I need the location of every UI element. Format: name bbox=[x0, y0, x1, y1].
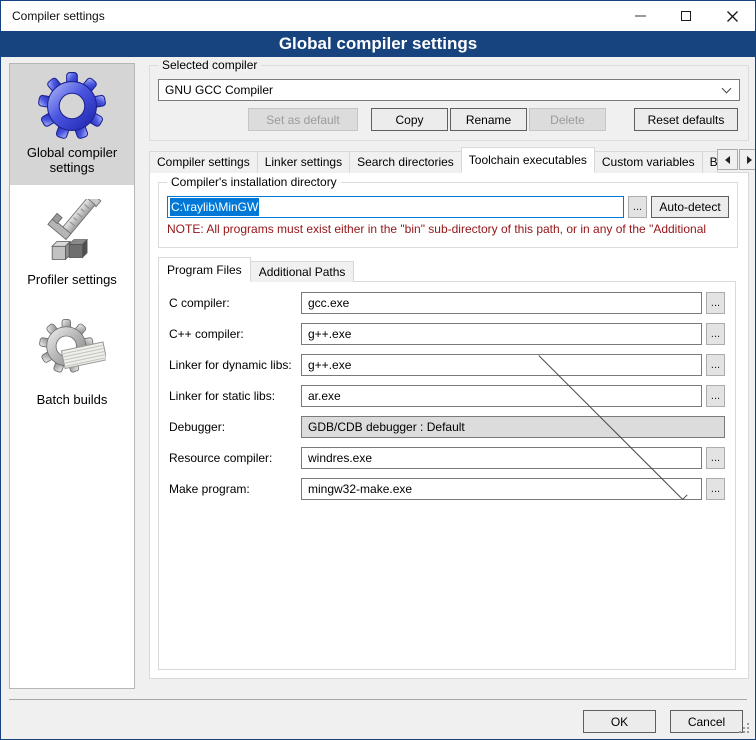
close-icon bbox=[727, 11, 738, 22]
tab-compiler-settings[interactable]: Compiler settings bbox=[149, 151, 258, 173]
installation-note: NOTE: All programs must exist either in … bbox=[167, 222, 729, 236]
debugger-select[interactable]: GDB/CDB debugger : Default bbox=[301, 416, 725, 438]
field-label: Resource compiler: bbox=[169, 451, 301, 465]
selected-compiler-value: GNU GCC Compiler bbox=[159, 83, 723, 97]
dialog-footer: OK Cancel bbox=[9, 699, 747, 740]
titlebar: Compiler settings bbox=[1, 1, 755, 31]
group-label: Compiler's installation directory bbox=[167, 175, 341, 189]
field-label: Linker for dynamic libs: bbox=[169, 358, 301, 372]
static-linker-input[interactable]: ar.exe bbox=[301, 385, 702, 407]
field-label: C compiler: bbox=[169, 296, 301, 310]
c-compiler-input[interactable]: gcc.exe bbox=[301, 292, 702, 314]
tab-additional-paths[interactable]: Additional Paths bbox=[250, 261, 355, 282]
program-files-panel: C compiler: gcc.exe ... C++ compiler: g+… bbox=[158, 281, 736, 670]
field-label: Linker for static libs: bbox=[169, 389, 301, 403]
field-value: g++.exe bbox=[308, 358, 351, 372]
gear-stack-icon bbox=[38, 319, 106, 387]
caliper-icon bbox=[38, 199, 106, 267]
close-button[interactable] bbox=[709, 1, 755, 31]
settings-sidebar: Global compiler settings bbox=[9, 63, 135, 689]
toolchain-executables-panel: Compiler's installation directory C:\ray… bbox=[149, 172, 749, 679]
browse-c-compiler-button[interactable]: ... bbox=[706, 292, 725, 314]
installation-path-row: C:\raylib\MinGW ... Auto-detect bbox=[167, 196, 729, 218]
resize-grip[interactable] bbox=[747, 731, 749, 733]
make-program-input[interactable]: mingw32-make.exe bbox=[301, 478, 702, 500]
triangle-left-icon bbox=[725, 156, 730, 164]
tab-custom-variables[interactable]: Custom variables bbox=[594, 151, 703, 173]
chevron-down-icon bbox=[722, 83, 732, 93]
field-value: GDB/CDB debugger : Default bbox=[308, 420, 511, 434]
delete-button: Delete bbox=[529, 108, 606, 131]
minimize-icon bbox=[635, 15, 646, 17]
ok-button[interactable]: OK bbox=[583, 710, 656, 733]
sidebar-item-global-compiler-settings[interactable]: Global compiler settings bbox=[10, 64, 134, 185]
sidebar-item-label: Batch builds bbox=[37, 392, 108, 407]
selected-compiler-group: Selected compiler GNU GCC Compiler Set a… bbox=[149, 65, 749, 141]
copy-button[interactable]: Copy bbox=[371, 108, 448, 131]
tab-program-files[interactable]: Program Files bbox=[158, 257, 251, 282]
table-row: Debugger: GDB/CDB debugger : Default bbox=[169, 416, 725, 438]
page-title: Global compiler settings bbox=[1, 31, 755, 57]
field-value: mingw32-make.exe bbox=[308, 482, 412, 496]
tab-build-options[interactable]: Build options bbox=[702, 151, 718, 173]
minimize-button[interactable] bbox=[617, 1, 663, 31]
tab-toolchain-executables[interactable]: Toolchain executables bbox=[461, 147, 595, 173]
sidebar-item-label: Profiler settings bbox=[27, 272, 117, 287]
tab-search-directories[interactable]: Search directories bbox=[349, 151, 462, 173]
caption-buttons bbox=[617, 1, 755, 31]
selected-path-text: C:\raylib\MinGW bbox=[170, 198, 259, 216]
field-value: g++.exe bbox=[308, 327, 351, 341]
field-value: windres.exe bbox=[308, 451, 372, 465]
field-value: gcc.exe bbox=[308, 296, 349, 310]
rename-button[interactable]: Rename bbox=[450, 108, 527, 131]
dynamic-linker-input[interactable]: g++.exe bbox=[301, 354, 702, 376]
compiler-settings-window: Compiler settings Global compiler settin… bbox=[0, 0, 756, 740]
field-label: C++ compiler: bbox=[169, 327, 301, 341]
compiler-button-row: Set as default Copy Rename Delete Reset … bbox=[150, 108, 748, 131]
cpp-compiler-input[interactable]: g++.exe bbox=[301, 323, 702, 345]
table-row: Linker for dynamic libs: g++.exe ... bbox=[169, 354, 725, 376]
triangle-right-icon bbox=[747, 156, 752, 164]
sidebar-item-batch-builds[interactable]: Batch builds bbox=[10, 311, 134, 417]
cancel-button[interactable]: Cancel bbox=[670, 710, 743, 733]
blue-gear-icon bbox=[38, 72, 106, 140]
tab-scroll-arrows bbox=[717, 149, 756, 170]
browse-make-program-button[interactable]: ... bbox=[706, 478, 725, 500]
settings-tabstrip: Compiler settings Linker settings Search… bbox=[149, 147, 749, 173]
browse-dynamic-linker-button[interactable]: ... bbox=[706, 354, 725, 376]
sidebar-item-label: Global compiler settings bbox=[12, 145, 132, 175]
browse-cpp-compiler-button[interactable]: ... bbox=[706, 323, 725, 345]
table-row: Make program: mingw32-make.exe ... bbox=[169, 478, 725, 500]
window-title: Compiler settings bbox=[12, 9, 105, 23]
tab-scroll-right-button[interactable] bbox=[739, 149, 756, 170]
field-label: Make program: bbox=[169, 482, 301, 496]
reset-defaults-button[interactable]: Reset defaults bbox=[634, 108, 738, 131]
tab-linker-settings[interactable]: Linker settings bbox=[257, 151, 350, 173]
auto-detect-button[interactable]: Auto-detect bbox=[651, 196, 729, 218]
set-as-default-button: Set as default bbox=[248, 108, 358, 131]
program-files-tabstrip: Program Files Additional Paths bbox=[158, 257, 353, 282]
tab-scroll-left-button[interactable] bbox=[717, 149, 738, 170]
table-row: Linker for static libs: ar.exe ... bbox=[169, 385, 725, 407]
browse-static-linker-button[interactable]: ... bbox=[706, 385, 725, 407]
browse-resource-compiler-button[interactable]: ... bbox=[706, 447, 725, 469]
maximize-button[interactable] bbox=[663, 1, 709, 31]
table-row: C++ compiler: g++.exe ... bbox=[169, 323, 725, 345]
browse-directory-button[interactable]: ... bbox=[628, 196, 647, 218]
group-label: Selected compiler bbox=[158, 58, 261, 72]
installation-directory-group: Compiler's installation directory C:\ray… bbox=[158, 182, 738, 248]
sidebar-item-profiler-settings[interactable]: Profiler settings bbox=[10, 191, 134, 297]
table-row: C compiler: gcc.exe ... bbox=[169, 292, 725, 314]
installation-directory-input[interactable]: C:\raylib\MinGW bbox=[167, 196, 624, 218]
field-value: ar.exe bbox=[308, 389, 341, 403]
selected-compiler-combobox[interactable]: GNU GCC Compiler bbox=[158, 79, 740, 101]
maximize-icon bbox=[681, 11, 691, 21]
field-label: Debugger: bbox=[169, 420, 301, 434]
